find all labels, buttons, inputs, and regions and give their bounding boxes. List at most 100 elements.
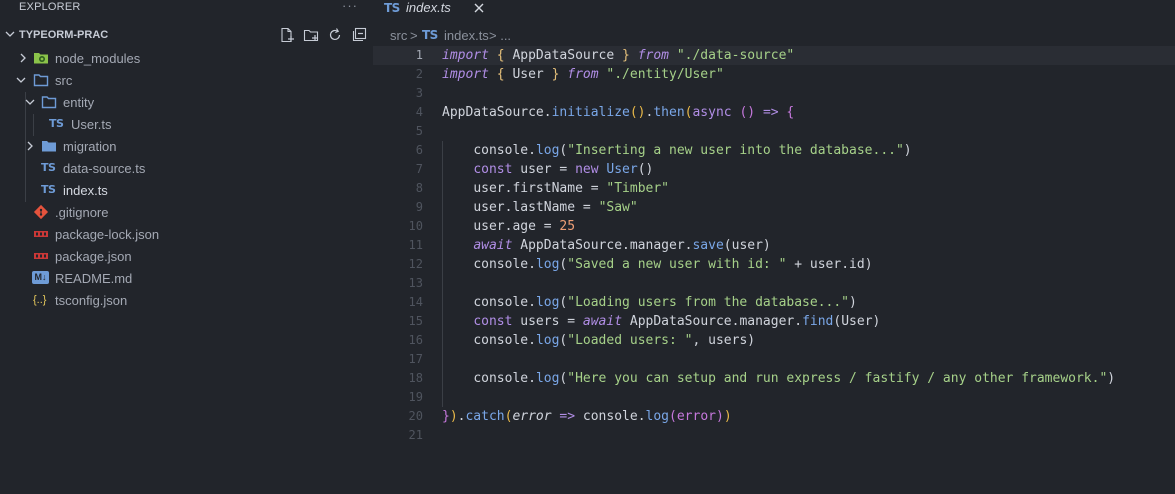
arrow-operator: => (762, 105, 779, 120)
punctuation: } (551, 67, 560, 82)
tree-item-entity[interactable]: entity (0, 91, 373, 113)
tree-item-label: node_modules (55, 51, 141, 66)
function-name: find (802, 314, 834, 329)
keyword: const (473, 162, 513, 177)
tree-item-node-modules[interactable]: node_modules (0, 47, 373, 69)
code-editor[interactable]: import { AppDataSource } from "./data-so… (442, 46, 1115, 445)
tree-item-label: index.ts (63, 183, 108, 198)
json-icon: {..} (33, 294, 47, 306)
refresh-icon[interactable] (327, 27, 343, 43)
breadcrumb-separator: > (410, 28, 418, 43)
tree-item-label: src (55, 73, 73, 88)
chevron-right-icon (20, 53, 26, 63)
expression: + user.id (786, 257, 865, 272)
line-number: 6 (415, 143, 423, 157)
operator: = (582, 200, 591, 215)
code-line-6: console.log("Inserting a new user into t… (442, 141, 1115, 160)
function-name: then (653, 105, 685, 120)
identifier: user (473, 219, 505, 234)
punctuation: ) (723, 409, 732, 424)
punctuation: ) (903, 143, 912, 158)
new-file-icon[interactable] (279, 27, 295, 43)
tree-item-data-source-ts[interactable]: TS data-source.ts (0, 157, 373, 179)
tree-item-label: package-lock.json (55, 227, 160, 242)
number: 25 (559, 219, 576, 234)
typescript-file-icon: TS (384, 1, 400, 15)
line-number: 19 (408, 390, 423, 404)
punctuation: ) (1107, 371, 1116, 386)
function-name: log (535, 257, 560, 272)
identifier: console (473, 257, 529, 272)
identifier: user (473, 181, 505, 196)
class-name: User (606, 162, 638, 177)
tree-item-index-ts[interactable]: TS index.ts (0, 179, 373, 201)
tree-item-package-json[interactable]: package.json (0, 245, 373, 267)
punctuation: . (528, 295, 536, 310)
tree-item-package-lock-json[interactable]: package-lock.json (0, 223, 373, 245)
line-number: 13 (408, 276, 423, 290)
punctuation: ) (864, 257, 873, 272)
punctuation: . (528, 257, 536, 272)
line-number: 3 (415, 86, 423, 100)
code-line-8: user.firstName = "Timber" (442, 179, 1115, 198)
punctuation: () (629, 105, 646, 120)
project-name: TYPEORM-PRAC (19, 29, 109, 41)
tree-item-readme-md[interactable]: M↓ README.md (0, 267, 373, 289)
string: "Saw" (598, 200, 638, 215)
punctuation: { (496, 67, 505, 82)
line-number: 10 (408, 219, 423, 233)
collapse-all-icon[interactable] (351, 27, 367, 43)
code-line-12: console.log("Saved a new user with id: "… (442, 255, 1115, 274)
tree-item-migration[interactable]: migration (0, 135, 373, 157)
tab-label: index.ts (406, 0, 451, 15)
identifier: AppDataSource (520, 238, 623, 253)
operator: = (543, 219, 552, 234)
folder-open-icon (33, 74, 49, 87)
property: .manager. (622, 238, 693, 253)
line-number: 14 (408, 295, 423, 309)
string: "Timber" (606, 181, 670, 196)
markdown-icon: M↓ (32, 271, 49, 284)
new-folder-icon[interactable] (303, 27, 319, 43)
arguments: (error) (669, 409, 724, 424)
punctuation: () (637, 162, 654, 177)
string: "./entity/User" (606, 67, 724, 82)
tree-item-label: .gitignore (55, 205, 109, 220)
tree-item-src[interactable]: src (0, 69, 373, 91)
breadcrumb-tail[interactable]: > ... (489, 28, 511, 43)
explorer-header: EXPLORER ··· (0, 0, 373, 18)
line-number: 8 (415, 181, 423, 195)
line-number: 2 (415, 67, 423, 81)
code-line-10: user.age = 25 (442, 217, 1115, 236)
line-number-gutter: 1 2 3 4 5 6 7 8 9 10 11 12 13 14 15 16 17 18 19 20 21 (373, 46, 423, 445)
code-line-15: const users = await AppDataSource.manage… (442, 312, 1115, 331)
expression: , users (692, 333, 748, 348)
function-name: log (535, 295, 560, 310)
tree-item-gitignore[interactable]: .gitignore (0, 201, 373, 223)
function-name: log (535, 371, 560, 386)
chevron-right-icon (27, 141, 33, 151)
breadcrumb-file[interactable]: index.ts (444, 28, 489, 43)
operator: = (559, 162, 568, 177)
line-number: 9 (415, 200, 423, 214)
tree-item-user-ts[interactable]: TS User.ts (0, 113, 373, 135)
punctuation: . (528, 333, 536, 348)
keyword: from (637, 48, 669, 63)
property: .manager. (731, 314, 803, 329)
close-icon[interactable] (473, 2, 485, 14)
npm-icon (34, 231, 48, 237)
keyword: new (575, 162, 599, 177)
punctuation: . (528, 371, 536, 386)
identifier: AppDataSource (629, 314, 732, 329)
punctuation: () (739, 105, 756, 120)
explorer-sidebar: EXPLORER ··· TYPEORM-PRAC node_modules s… (0, 0, 373, 494)
tab-index-ts[interactable]: TS index.ts (373, 0, 491, 18)
punctuation: . (637, 409, 646, 424)
string: "Inserting a new user into the database.… (567, 143, 904, 158)
breadcrumb-folder[interactable]: src (390, 28, 407, 43)
more-actions-icon[interactable]: ··· (342, 0, 358, 13)
identifier: users (520, 314, 560, 329)
identifier: User (512, 67, 544, 82)
tree-item-tsconfig-json[interactable]: {..} tsconfig.json (0, 289, 373, 311)
